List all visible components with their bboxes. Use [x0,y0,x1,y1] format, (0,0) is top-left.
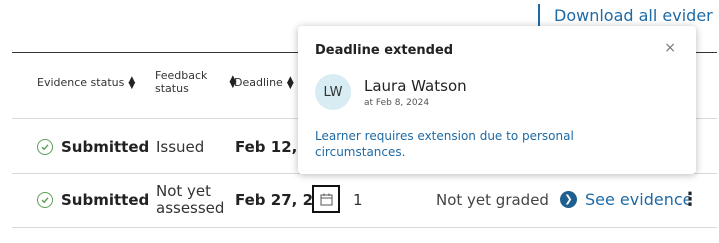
status-text: Submitted [61,138,150,156]
column-header-label: Evidence status [37,76,125,89]
download-all-evidence-link[interactable]: Download all evider [554,6,713,25]
table-row-1-status: Submitted [37,138,149,156]
table-row-2-attempts: 1 [353,191,363,209]
column-header-label-line1: Feedback [155,69,208,82]
extension-date: at Feb 8, 2024 [364,98,430,108]
feedback-line1: Not yet [156,182,212,200]
column-header-label: Feedback status [155,69,207,95]
column-header-label: Deadline [234,76,283,89]
row-divider [12,227,717,228]
check-circle-icon [37,192,53,208]
download-bar: Download all evider [538,4,713,28]
table-row-2-grade: Not yet graded [436,191,549,209]
feedback-line2: assessed [156,199,225,217]
status-text: Submitted [61,191,150,209]
popover-title: Deadline extended [315,43,454,58]
deadline-extended-popover: Deadline extended × LW Laura Watson at F… [298,26,696,174]
column-header-evidence-status[interactable]: Evidence status ▲ ▼ [37,74,136,91]
user-name: Laura Watson [364,77,467,95]
column-header-deadline[interactable]: Deadline ▲ ▼ [234,74,294,91]
extension-reason: Learner requires extension due to person… [315,129,574,159]
table-row-2-status: Submitted [37,191,149,209]
evidence-table-panel: Download all evider Evidence status ▲ ▼ F… [0,0,717,241]
sort-icon: ▲ ▼ [128,74,136,91]
table-row-1-feedback: Issued [156,138,205,156]
column-header-label-line2: status [155,82,189,95]
see-evidence-link[interactable]: ❯ See evidence [560,190,692,209]
sort-icon: ▲ ▼ [286,74,294,91]
column-header-feedback-status[interactable]: Feedback status ▲ ▼ [155,69,236,95]
more-options-button[interactable]: ⋮ [681,190,699,210]
calendar-button[interactable] [312,185,340,213]
see-evidence-label: See evidence [585,190,693,209]
avatar: LW [315,74,351,110]
check-circle-icon [37,139,53,155]
chevron-right-circle-icon: ❯ [560,191,577,208]
calendar-icon [320,193,332,205]
close-icon[interactable]: × [664,40,676,56]
table-row-2-feedback: Not yet assessed [156,183,224,217]
